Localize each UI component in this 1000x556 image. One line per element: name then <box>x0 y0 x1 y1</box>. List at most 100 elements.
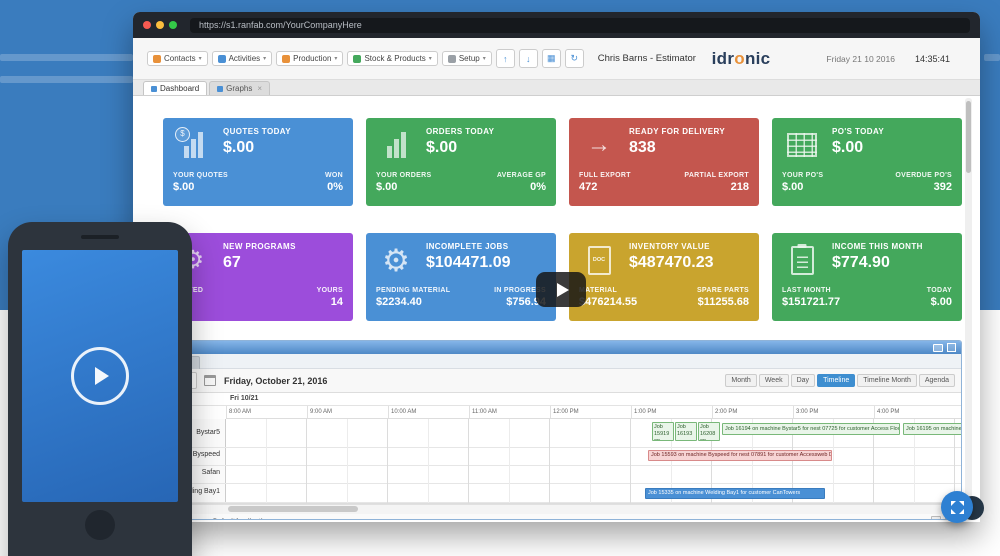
chevron-down-icon: ▾ <box>428 56 432 62</box>
menu-stock-products[interactable]: Stock & Products ▾ <box>347 51 438 66</box>
decor-stripe <box>0 54 133 61</box>
table-grid-icon <box>782 127 822 163</box>
scheduler-toolbar: ◀ ▶ Friday, October 21, 2016 Month Week … <box>151 369 961 393</box>
day-header: Fri 10/21 <box>230 395 259 402</box>
scheduler-subbar <box>151 354 961 369</box>
bar-chart-dollar-icon: $ <box>173 127 213 163</box>
card-title: INCOMPLETE JOBS <box>426 242 509 251</box>
refresh-icon: ↻ <box>570 53 578 63</box>
zoom-out-icon[interactable] <box>931 516 941 519</box>
card-inventory-value[interactable]: DOC INVENTORY VALUE $487470.23 MATERIAL … <box>569 233 759 321</box>
close-icon[interactable]: × <box>257 84 262 93</box>
job-event[interactable]: Job 16208 on <box>698 422 720 441</box>
menu-label: Setup <box>458 54 480 63</box>
menu-contacts[interactable]: Contacts ▾ <box>147 51 208 66</box>
scheduler-date: Friday, October 21, 2016 <box>224 375 328 386</box>
card-income-this-month[interactable]: INCOME THIS MONTH $774.90 LAST MONTH $15… <box>772 233 962 321</box>
scheduler-footer: Resources space: DefaultApplication <box>151 514 961 520</box>
browser-titlebar: https://s1.ranfab.com/YourCompanyHere <box>133 12 980 38</box>
time-label: 2:00 PM <box>712 406 793 418</box>
chevron-down-icon: ▾ <box>263 56 267 62</box>
card-pos-today[interactable]: PO'S TODAY $.00 YOUR PO'S $.00 OVERDUE P… <box>772 118 962 206</box>
bar-chart-icon <box>376 127 416 163</box>
view-week[interactable]: Week <box>758 374 789 387</box>
menu-setup[interactable]: Setup ▾ <box>441 51 492 66</box>
resource-label: Safan <box>201 469 220 476</box>
job-event[interactable]: Job 16194 on machine Bystar5 for nest 07… <box>722 423 900 435</box>
card-sub-label: LAST MONTH <box>782 287 831 294</box>
card-sub-label: PARTIAL EXPORT <box>684 172 749 179</box>
card-sub-value: 218 <box>730 181 749 193</box>
phone-home-button <box>85 510 115 540</box>
up-arrow-icon: ↑ <box>502 53 508 64</box>
scheduler-panel: Schedule ◀ ▶ Friday, October 21, 2016 Mo… <box>150 340 962 520</box>
menu-activities[interactable]: Activities ▾ <box>211 51 273 66</box>
video-play-button[interactable] <box>536 272 586 307</box>
resources-space-value: DefaultApplication <box>213 518 270 520</box>
card-value: $487470.23 <box>629 254 714 271</box>
time-header-row: 8:00 AM 9:00 AM 10:00 AM 11:00 AM 12:00 … <box>226 406 961 419</box>
tab-dashboard[interactable]: Dashboard <box>143 81 208 95</box>
decor-stripe <box>984 54 1000 61</box>
view-timeline[interactable]: Timeline <box>817 374 856 387</box>
card-sub-value: 392 <box>933 181 952 193</box>
card-value: $104471.09 <box>426 254 511 271</box>
card-sub-label: YOUR QUOTES <box>173 172 229 179</box>
time-label: 12:00 PM <box>550 406 631 418</box>
horizontal-scrollbar[interactable] <box>151 504 961 514</box>
up-arrow-button[interactable]: ↑ <box>495 49 515 68</box>
view-timeline-month[interactable]: Timeline Month <box>857 374 917 387</box>
card-sub-value: $.00 <box>173 181 195 193</box>
graphs-tab-icon <box>217 85 224 92</box>
print-icon[interactable] <box>933 343 943 352</box>
card-orders-today[interactable]: ORDERS TODAY $.00 YOUR ORDERS $.00 AVERA… <box>366 118 556 206</box>
production-icon <box>282 54 291 63</box>
card-incomplete-jobs[interactable]: ⚙ INCOMPLETE JOBS $104471.09 PENDING MAT… <box>366 233 556 321</box>
job-event[interactable]: Job 15335 on machine Welding Bay1 for cu… <box>645 488 825 499</box>
current-time: 14:35:41 <box>914 53 950 64</box>
card-sub-value: 0% <box>530 181 546 193</box>
cards-row-1: $ QUOTES TODAY $.00 YOUR QUOTES $.00 WON… <box>163 118 980 206</box>
scrollbar-thumb[interactable] <box>228 506 358 512</box>
view-agenda[interactable]: Agenda <box>918 374 955 387</box>
card-sub-label: FULL EXPORT <box>579 172 631 179</box>
time-label: 11:00 AM <box>469 406 550 418</box>
current-date: Friday 21 10 2016 <box>826 53 895 64</box>
tab-label: Dashboard <box>160 84 200 93</box>
job-event[interactable]: Job 16193 <box>675 422 697 441</box>
card-quotes-today[interactable]: $ QUOTES TODAY $.00 YOUR QUOTES $.00 WON… <box>163 118 353 206</box>
scrollbar-thumb[interactable] <box>966 101 971 173</box>
url-bar[interactable]: https://s1.ranfab.com/YourCompanyHere <box>190 17 970 33</box>
vertical-scrollbar[interactable] <box>965 98 972 510</box>
chevron-down-icon: ▾ <box>482 56 486 62</box>
window-icon[interactable] <box>947 343 956 352</box>
refresh-button[interactable]: ↻ <box>564 49 584 68</box>
card-sub-label: YOUR PO'S <box>782 172 824 179</box>
grid-view-button[interactable]: ▦ <box>541 49 561 68</box>
minimize-window-icon[interactable] <box>156 21 164 29</box>
phone-play-button[interactable] <box>71 347 129 405</box>
page-background: https://s1.ranfab.com/YourCompanyHere Co… <box>0 0 1000 556</box>
tab-graphs[interactable]: Graphs × <box>209 81 271 95</box>
menu-production[interactable]: Production ▾ <box>276 51 344 66</box>
scheduler-grid: Bystar5 Byspeed Safan Welding Bay1 Job 1… <box>151 419 961 504</box>
down-arrow-button[interactable]: ↓ <box>518 49 538 68</box>
card-ready-for-delivery[interactable]: → READY FOR DELIVERY 838 FULL EXPORT 472 <box>569 118 759 206</box>
job-event[interactable]: Job 15919 on <box>652 422 674 441</box>
doc-file-icon: DOC <box>579 242 619 278</box>
menu-label: Contacts <box>164 54 196 63</box>
view-day[interactable]: Day <box>790 374 816 387</box>
view-month[interactable]: Month <box>725 374 757 387</box>
card-sub-label: AVERAGE GP <box>496 172 546 179</box>
job-event[interactable]: Job 16195 on machine Bystar5 for <box>903 423 961 435</box>
expand-fab[interactable] <box>941 491 973 523</box>
setup-icon <box>447 54 456 63</box>
expand-icon <box>950 500 964 514</box>
chevron-down-icon: ▾ <box>334 56 338 62</box>
card-value: $.00 <box>832 139 864 156</box>
close-window-icon[interactable] <box>143 21 151 29</box>
card-sub-label: PENDING MATERIAL <box>376 287 451 294</box>
maximize-window-icon[interactable] <box>169 21 177 29</box>
job-event[interactable]: Job 15593 on machine Byspeed for nest 07… <box>648 450 832 461</box>
day-header-row: Fri 10/21 <box>151 393 961 406</box>
